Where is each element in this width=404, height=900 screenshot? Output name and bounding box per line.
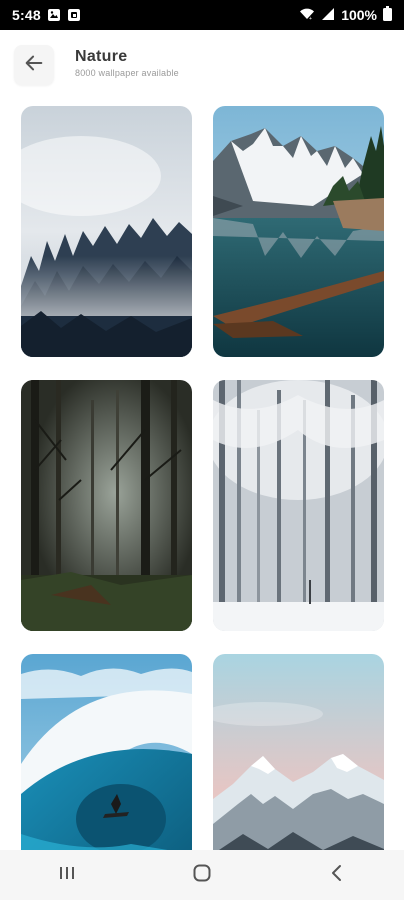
status-left: 5:48 — [12, 7, 81, 23]
wallpaper-grid — [21, 106, 384, 850]
snowy-mountains-image — [213, 654, 384, 850]
dark-forest-image — [21, 380, 192, 631]
back-nav-icon — [330, 864, 344, 887]
signal-icon — [321, 7, 335, 24]
wallpaper-card-mountain-lake[interactable] — [213, 106, 384, 357]
wallpaper-card-dark-forest[interactable] — [21, 380, 192, 631]
wifi-icon: + — [299, 7, 315, 24]
ocean-wave-image — [21, 654, 192, 850]
page-title: Nature — [75, 48, 128, 65]
status-time: 5:48 — [12, 7, 41, 23]
home-button[interactable] — [172, 855, 232, 895]
recent-apps-icon — [58, 865, 76, 886]
image-icon — [47, 8, 61, 22]
wallpaper-card-misty-forest[interactable] — [21, 106, 192, 357]
snowy-forest-image — [213, 380, 384, 631]
recent-apps-button[interactable] — [37, 855, 97, 895]
back-button[interactable] — [14, 45, 54, 85]
mountain-lake-image — [213, 106, 384, 357]
svg-text:+: + — [309, 16, 312, 21]
arrow-left-icon — [23, 52, 45, 79]
status-right: + 100% — [299, 6, 392, 24]
title-group: Nature 8000 wallpaper available — [75, 48, 179, 78]
back-nav-button[interactable] — [307, 855, 367, 895]
page-subtitle: 8000 wallpaper available — [75, 68, 179, 78]
wallpaper-card-snowy-mountains[interactable] — [213, 654, 384, 850]
home-icon — [192, 863, 212, 888]
misty-forest-image — [21, 106, 192, 357]
navigation-bar — [0, 850, 404, 900]
wallpaper-card-ocean-wave[interactable] — [21, 654, 192, 850]
header: Nature 8000 wallpaper available — [0, 30, 404, 100]
app-notification-icon — [67, 8, 81, 22]
battery-percentage: 100% — [341, 7, 377, 23]
status-bar: 5:48 + 100% — [0, 0, 404, 30]
battery-icon — [383, 6, 392, 24]
wallpaper-card-snowy-forest[interactable] — [213, 380, 384, 631]
